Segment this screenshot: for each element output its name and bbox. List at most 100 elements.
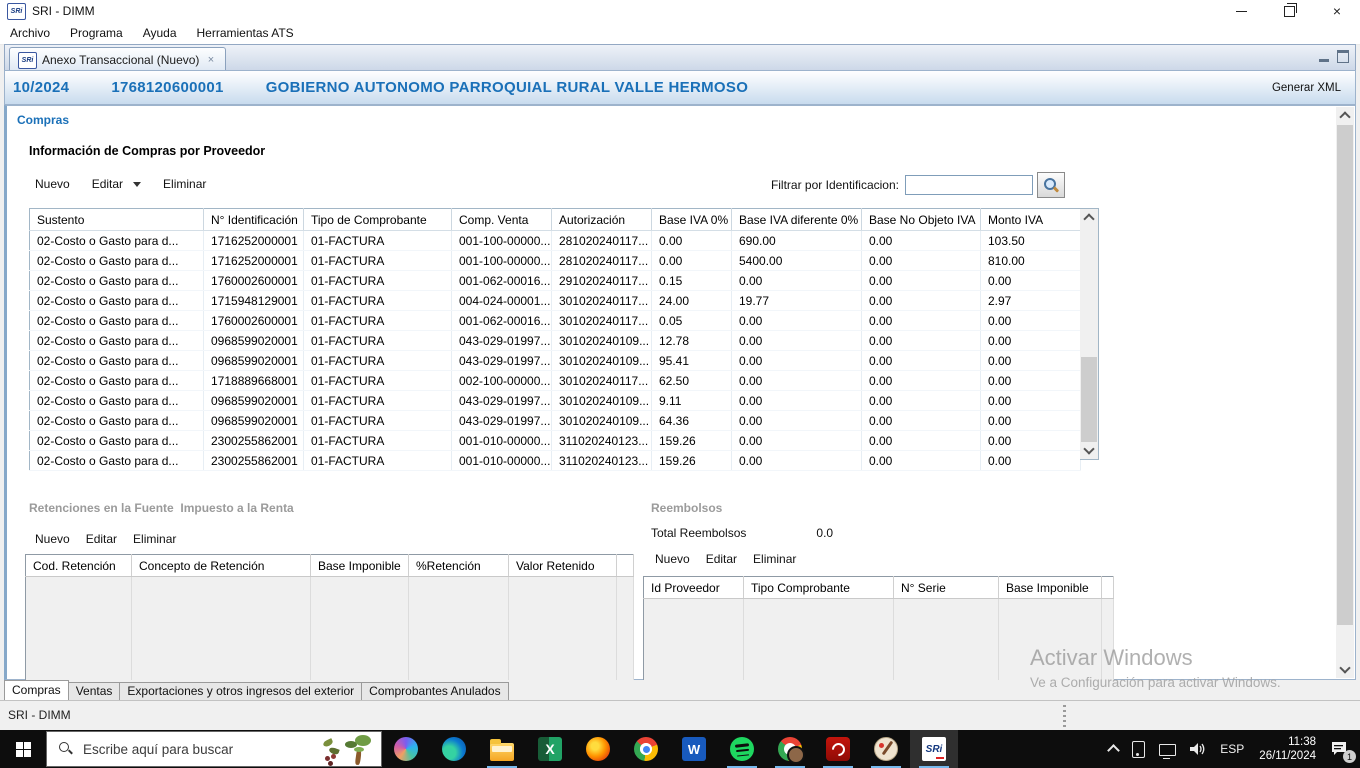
status-text: SRI - DIMM <box>8 708 71 722</box>
tab-comprobantes-anulados[interactable]: Comprobantes Anulados <box>361 682 509 700</box>
view-minimize-icon[interactable] <box>1319 50 1329 62</box>
table-cell: 02-Costo o Gasto para d... <box>29 290 204 311</box>
taskbar-search-input[interactable] <box>81 740 275 758</box>
column-header[interactable]: Cod. Retención <box>25 554 132 577</box>
table-row[interactable]: 02-Costo o Gasto para d... 0968599020001 0… <box>29 410 1081 431</box>
column-header[interactable]: Sustento <box>29 208 204 231</box>
column-header[interactable]: Concepto de Retención <box>131 554 311 577</box>
taskbar-search[interactable] <box>46 731 382 767</box>
tray-chevron-up-icon[interactable] <box>1102 730 1125 768</box>
table-cell: 159.26 <box>651 430 732 451</box>
filter-search-button[interactable] <box>1037 172 1065 198</box>
taskbar-icon-acrobat[interactable] <box>814 730 862 768</box>
editar-button[interactable]: Editar <box>92 177 123 191</box>
column-header[interactable]: N° Serie <box>893 576 999 599</box>
column-header[interactable]: Valor Retenido <box>508 554 617 577</box>
tab-compras[interactable]: Compras <box>4 680 69 700</box>
chrome-icon <box>634 737 658 761</box>
retenciones-editar-button[interactable]: Editar <box>86 532 117 546</box>
column-header[interactable]: Id Proveedor <box>643 576 744 599</box>
table-row[interactable]: 02-Costo o Gasto para d... 1760002600001 0… <box>29 270 1081 291</box>
taskbar-icon-copilot[interactable] <box>382 730 430 768</box>
table-row[interactable]: 02-Costo o Gasto para d... 1716252000001 0… <box>29 230 1081 251</box>
start-button[interactable] <box>0 730 46 768</box>
tab-close-icon[interactable]: × <box>204 54 217 67</box>
menu-programa[interactable]: Programa <box>60 24 133 42</box>
table-row[interactable]: 02-Costo o Gasto para d... 0968599020001 0… <box>29 390 1081 411</box>
total-reembolsos-row: Total Reembolsos 0.0 <box>651 526 833 540</box>
menu-archivo[interactable]: Archivo <box>0 24 60 42</box>
taskbar-icon-paint[interactable] <box>862 730 910 768</box>
column-header[interactable]: Base No Objeto IVA <box>861 208 981 231</box>
panel-scroll-up-icon[interactable] <box>1336 107 1354 124</box>
column-header[interactable]: Base Imponible <box>310 554 409 577</box>
menu-ayuda[interactable]: Ayuda <box>133 24 187 42</box>
reembolsos-eliminar-button[interactable]: Eliminar <box>753 552 796 566</box>
tab-anexo-transaccional[interactable]: Anexo Transaccional (Nuevo) × <box>9 47 227 72</box>
taskbar-icon-edge[interactable] <box>430 730 478 768</box>
taskbar-icon-chrome-profile[interactable] <box>766 730 814 768</box>
generar-xml-button[interactable]: Generar XML <box>1272 82 1341 94</box>
table-row[interactable]: 02-Costo o Gasto para d... 0968599020001 0… <box>29 330 1081 351</box>
tray-volume-icon[interactable] <box>1183 730 1213 768</box>
eliminar-button[interactable]: Eliminar <box>163 177 206 191</box>
column-header[interactable]: Monto IVA <box>980 208 1081 231</box>
tab-ventas[interactable]: Ventas <box>67 682 121 700</box>
scrollbar-thumb[interactable] <box>1081 357 1097 442</box>
column-header[interactable]: Autorización <box>551 208 652 231</box>
panel-scroll-down-icon[interactable] <box>1336 661 1354 678</box>
column-header[interactable]: Tipo de Comprobante <box>303 208 452 231</box>
table-row[interactable]: 02-Costo o Gasto para d... 1715948129001 0… <box>29 290 1081 311</box>
column-header[interactable]: Base IVA 0% <box>651 208 732 231</box>
panel-scrollbar[interactable] <box>1336 107 1354 678</box>
taskbar-icon-spotify[interactable] <box>718 730 766 768</box>
view-maximize-icon[interactable] <box>1337 50 1349 63</box>
table-cell: 0.00 <box>651 250 732 271</box>
column-header[interactable]: %Retención <box>408 554 509 577</box>
table-row[interactable]: 02-Costo o Gasto para d... 1716252000001 0… <box>29 250 1081 271</box>
splitter-handle[interactable] <box>1063 705 1066 727</box>
scroll-up-icon[interactable] <box>1080 209 1098 226</box>
menu-herramientas-ats[interactable]: Herramientas ATS <box>187 24 304 42</box>
table-scrollbar[interactable] <box>1080 208 1099 460</box>
taskbar-icon-file-explorer[interactable] <box>478 730 526 768</box>
nuevo-button[interactable]: Nuevo <box>35 177 70 191</box>
column-header[interactable]: Base IVA diferente 0% <box>731 208 862 231</box>
tray-language-indicator[interactable]: ESP <box>1213 730 1251 768</box>
taskbar-icon-firefox[interactable] <box>574 730 622 768</box>
panel-scrollbar-thumb[interactable] <box>1337 125 1353 625</box>
scroll-down-icon[interactable] <box>1080 442 1098 459</box>
retenciones-eliminar-button[interactable]: Eliminar <box>133 532 176 546</box>
retenciones-nuevo-button[interactable]: Nuevo <box>35 532 70 546</box>
period-label: 10/2024 <box>13 79 70 96</box>
window-title: SRI - DIMM <box>32 4 95 18</box>
tray-clock[interactable]: 11:38 26/11/2024 <box>1251 735 1324 763</box>
taskbar-icon-chrome[interactable] <box>622 730 670 768</box>
tray-network-icon[interactable] <box>1152 730 1183 768</box>
taskbar-icon-excel[interactable] <box>526 730 574 768</box>
reembolsos-editar-button[interactable]: Editar <box>706 552 737 566</box>
editar-dropdown-icon[interactable] <box>133 181 142 187</box>
taskbar-icon-sri-dimm[interactable] <box>910 730 958 768</box>
column-header[interactable]: Comp. Venta <box>451 208 552 231</box>
word-icon <box>682 737 706 761</box>
column-header[interactable]: N° Identificación <box>203 208 304 231</box>
tray-device-icon[interactable] <box>1125 730 1152 768</box>
column-header[interactable]: Base Imponible <box>998 576 1102 599</box>
table-row[interactable]: 02-Costo o Gasto para d... 2300255862001 0… <box>29 450 1081 471</box>
column-header[interactable]: Tipo Comprobante <box>743 576 894 599</box>
notification-center-icon[interactable]: 1 <box>1324 730 1360 768</box>
status-bar: SRI - DIMM <box>0 700 1360 731</box>
table-row[interactable]: 02-Costo o Gasto para d... 1760002600001 0… <box>29 310 1081 331</box>
table-row[interactable]: 02-Costo o Gasto para d... 2300255862001 0… <box>29 430 1081 451</box>
reembolsos-nuevo-button[interactable]: Nuevo <box>655 552 690 566</box>
taskbar-icon-word[interactable] <box>670 730 718 768</box>
filter-input[interactable] <box>905 175 1033 195</box>
table-row[interactable]: 02-Costo o Gasto para d... 0968599020001 0… <box>29 350 1081 371</box>
minimize-button[interactable] <box>1218 0 1264 22</box>
column-header-filler <box>616 554 634 577</box>
table-row[interactable]: 02-Costo o Gasto para d... 1718889668001 0… <box>29 370 1081 391</box>
close-button[interactable]: × <box>1314 0 1360 22</box>
restore-button[interactable] <box>1266 0 1312 22</box>
tab-exportaciones[interactable]: Exportaciones y otros ingresos del exter… <box>119 682 363 700</box>
